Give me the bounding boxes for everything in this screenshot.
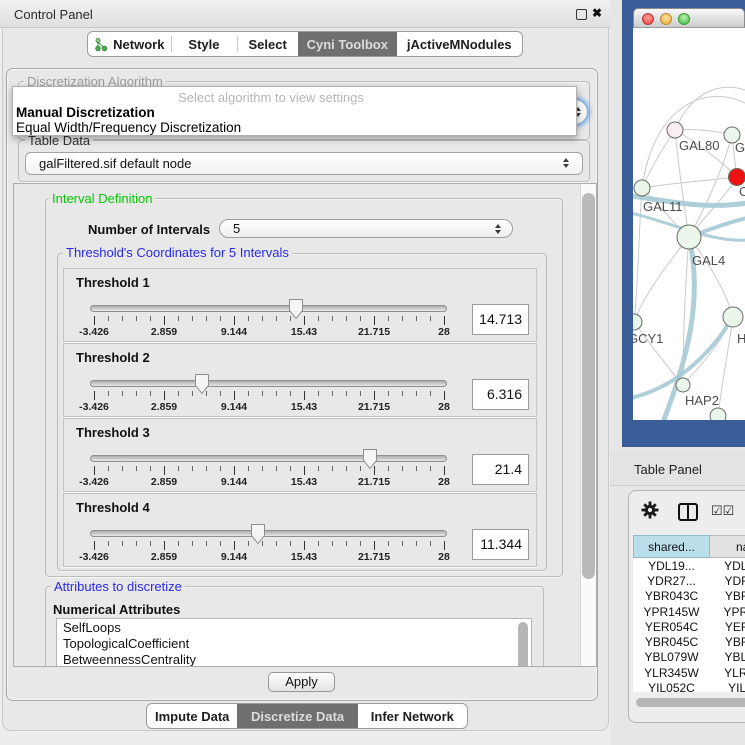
table-row[interactable]: YPR145WYPR145W — [633, 604, 745, 619]
column-header-name[interactable]: name — [710, 535, 745, 558]
float-icon[interactable] — [576, 9, 587, 20]
table-panel-header: Table Panel — [610, 452, 745, 486]
table-row[interactable]: YIL052CYIL052C — [633, 680, 745, 692]
apply-button[interactable]: Apply — [268, 672, 335, 692]
dropdown-option-equal-width[interactable]: Equal Width/Frequency Discretization — [16, 120, 241, 135]
numerical-attributes-label: Numerical Attributes — [53, 602, 180, 617]
table-data-combobox-value: galFiltered.sif default node — [39, 156, 191, 171]
table-row[interactable]: YDR27...YDR277C — [633, 573, 745, 588]
dropdown-prompt[interactable]: Select algorithm to view settings — [13, 90, 529, 105]
node-gal11[interactable] — [634, 180, 650, 196]
combo-arrows-icon — [563, 158, 570, 168]
tab-impute-data-label: Impute Data — [155, 709, 229, 724]
node-label-gal80: GAL80 — [679, 138, 719, 153]
list-item[interactable]: SelfLoops — [57, 620, 531, 635]
node-label-gcy1: GCY1 — [633, 331, 663, 346]
settings-scrollpane: Interval Definition Number of Intervals … — [13, 183, 597, 667]
tab-impute-data[interactable]: Impute Data — [147, 704, 237, 728]
node-label-gal4: GAL4 — [692, 253, 725, 268]
table-row[interactable]: YER054CYER054C — [633, 619, 745, 634]
table-panel-title: Table Panel — [634, 462, 702, 477]
node-gal4[interactable] — [677, 225, 701, 249]
columns-icon[interactable] — [678, 503, 698, 521]
slider-ticks: -3.4262.8599.14415.4321.71528 — [64, 419, 536, 491]
network-canvas[interactable]: GAL80 G C GAL11 GAL4 GCY1 H HAP2 — [633, 28, 745, 420]
tab-style-label: Style — [188, 37, 219, 52]
minimize-traffic-light[interactable] — [660, 13, 672, 25]
node-hap2[interactable] — [676, 378, 690, 392]
close-traffic-light[interactable] — [642, 13, 654, 25]
threshold-3-slider-thumb[interactable] — [362, 448, 378, 470]
slider-ticks: -3.4262.8599.14415.4321.71528 — [64, 494, 536, 566]
tab-cyni-toolbox-label: Cyni Toolbox — [307, 37, 388, 52]
tab-infer-network-label: Infer Network — [371, 709, 454, 724]
node-gal80[interactable] — [667, 122, 683, 138]
threshold-1-panel: Threshold 1 -3.4262.8599.14415.4321.7152… — [63, 268, 537, 342]
control-panel-title: Control Panel — [14, 7, 93, 22]
node-label-hap2: HAP2 — [685, 393, 719, 408]
dropdown-option-manual[interactable]: Manual Discretization — [16, 105, 155, 120]
attributes-group-label: Attributes to discretize — [51, 580, 185, 593]
threshold-2-slider-thumb[interactable] — [194, 373, 210, 395]
number-of-intervals-value: 5 — [233, 221, 240, 236]
gear-icon[interactable] — [641, 501, 659, 519]
threshold-4-slider-thumb[interactable] — [250, 523, 266, 545]
tab-network-label: Network — [113, 37, 164, 52]
node-table: shared... name YDL19...YDL194W YDR27...Y… — [633, 535, 745, 692]
tab-jactivemnodules[interactable]: jActiveMNodules — [397, 32, 522, 56]
tab-jactivemnodules-label: jActiveMNodules — [407, 37, 512, 52]
table-row[interactable]: YBR043CYBR043C — [633, 589, 745, 604]
tab-infer-network[interactable]: Infer Network — [358, 704, 467, 728]
node-label-h: H — [737, 331, 745, 346]
threshold-3-value[interactable]: 21.4 — [472, 454, 529, 485]
thresholds-group-label: Threshold's Coordinates for 5 Intervals — [63, 246, 292, 259]
threshold-2-value[interactable]: 6.316 — [472, 379, 529, 410]
node-selected-red[interactable] — [729, 169, 745, 186]
list-item[interactable]: BetweennessCentrality — [57, 652, 531, 667]
tab-cyni-toolbox[interactable]: Cyni Toolbox — [298, 32, 397, 56]
table-hscrollbar[interactable] — [634, 698, 745, 707]
slider-ticks: -3.4262.8599.14415.4321.71528 — [64, 344, 536, 416]
number-of-intervals-label: Number of Intervals — [88, 222, 210, 237]
tab-network[interactable]: Network — [88, 32, 171, 56]
tab-select[interactable]: Select — [237, 32, 298, 56]
list-scrollbar[interactable] — [518, 622, 528, 667]
table-row[interactable]: YLR345WYLR345W — [633, 665, 745, 680]
column-header-shared-name[interactable]: shared... — [633, 535, 710, 558]
tab-discretize-data-label: Discretize Data — [251, 709, 344, 724]
threshold-1-value[interactable]: 14.713 — [472, 304, 529, 335]
threshold-4-value[interactable]: 11.344 — [472, 529, 529, 560]
tab-select-label: Select — [249, 37, 287, 52]
table-row[interactable]: YDL19...YDL194W — [633, 558, 745, 573]
node-label-gal11: GAL11 — [643, 199, 683, 214]
spinner-arrows-icon — [495, 224, 502, 234]
threshold-4-panel: Threshold 4 -3.4262.8599.14415.4321.7152… — [63, 493, 537, 567]
threshold-3-panel: Threshold 3 -3.4262.8599.14415.4321.7152… — [63, 418, 537, 492]
network-icon — [94, 37, 109, 52]
bottom-tabbar: Impute Data Discretize Data Infer Networ… — [146, 703, 468, 729]
node-label-c: C — [739, 184, 745, 199]
checkbox-icons[interactable]: ☑☑ — [711, 503, 734, 519]
close-icon[interactable]: ✖ — [592, 6, 602, 20]
tab-style[interactable]: Style — [171, 32, 238, 56]
scrollbar-thumb[interactable] — [582, 193, 595, 579]
threshold-1-slider-thumb[interactable] — [288, 298, 304, 320]
node-bottom[interactable] — [710, 408, 726, 420]
algorithm-dropdown-popup: Select algorithm to view settings Manual… — [12, 86, 577, 136]
tab-discretize-data[interactable]: Discretize Data — [237, 704, 357, 728]
attributes-list[interactable]: SelfLoops TopologicalCoefficient Between… — [56, 618, 532, 667]
node-gcy1[interactable] — [633, 314, 642, 330]
interval-definition-label: Interval Definition — [49, 192, 155, 205]
table-row[interactable]: YBR045CYBR045C — [633, 634, 745, 649]
node-h[interactable] — [723, 307, 743, 327]
table-data-combobox[interactable]: galFiltered.sif default node — [25, 152, 583, 175]
threshold-2-panel: Threshold 2 -3.4262.8599.14415.4321.7152… — [63, 343, 537, 417]
table-row[interactable]: YBL079WYBL079W — [633, 650, 745, 665]
number-of-intervals-spinner[interactable]: 5 — [219, 219, 513, 238]
list-item[interactable]: TopologicalCoefficient — [57, 636, 531, 651]
top-tabbar: Network Style Select Cyni Toolbox jActiv… — [87, 31, 523, 57]
zoom-traffic-light[interactable] — [678, 13, 690, 25]
network-window-titlebar — [633, 8, 745, 28]
node-label-g: G — [735, 140, 745, 155]
